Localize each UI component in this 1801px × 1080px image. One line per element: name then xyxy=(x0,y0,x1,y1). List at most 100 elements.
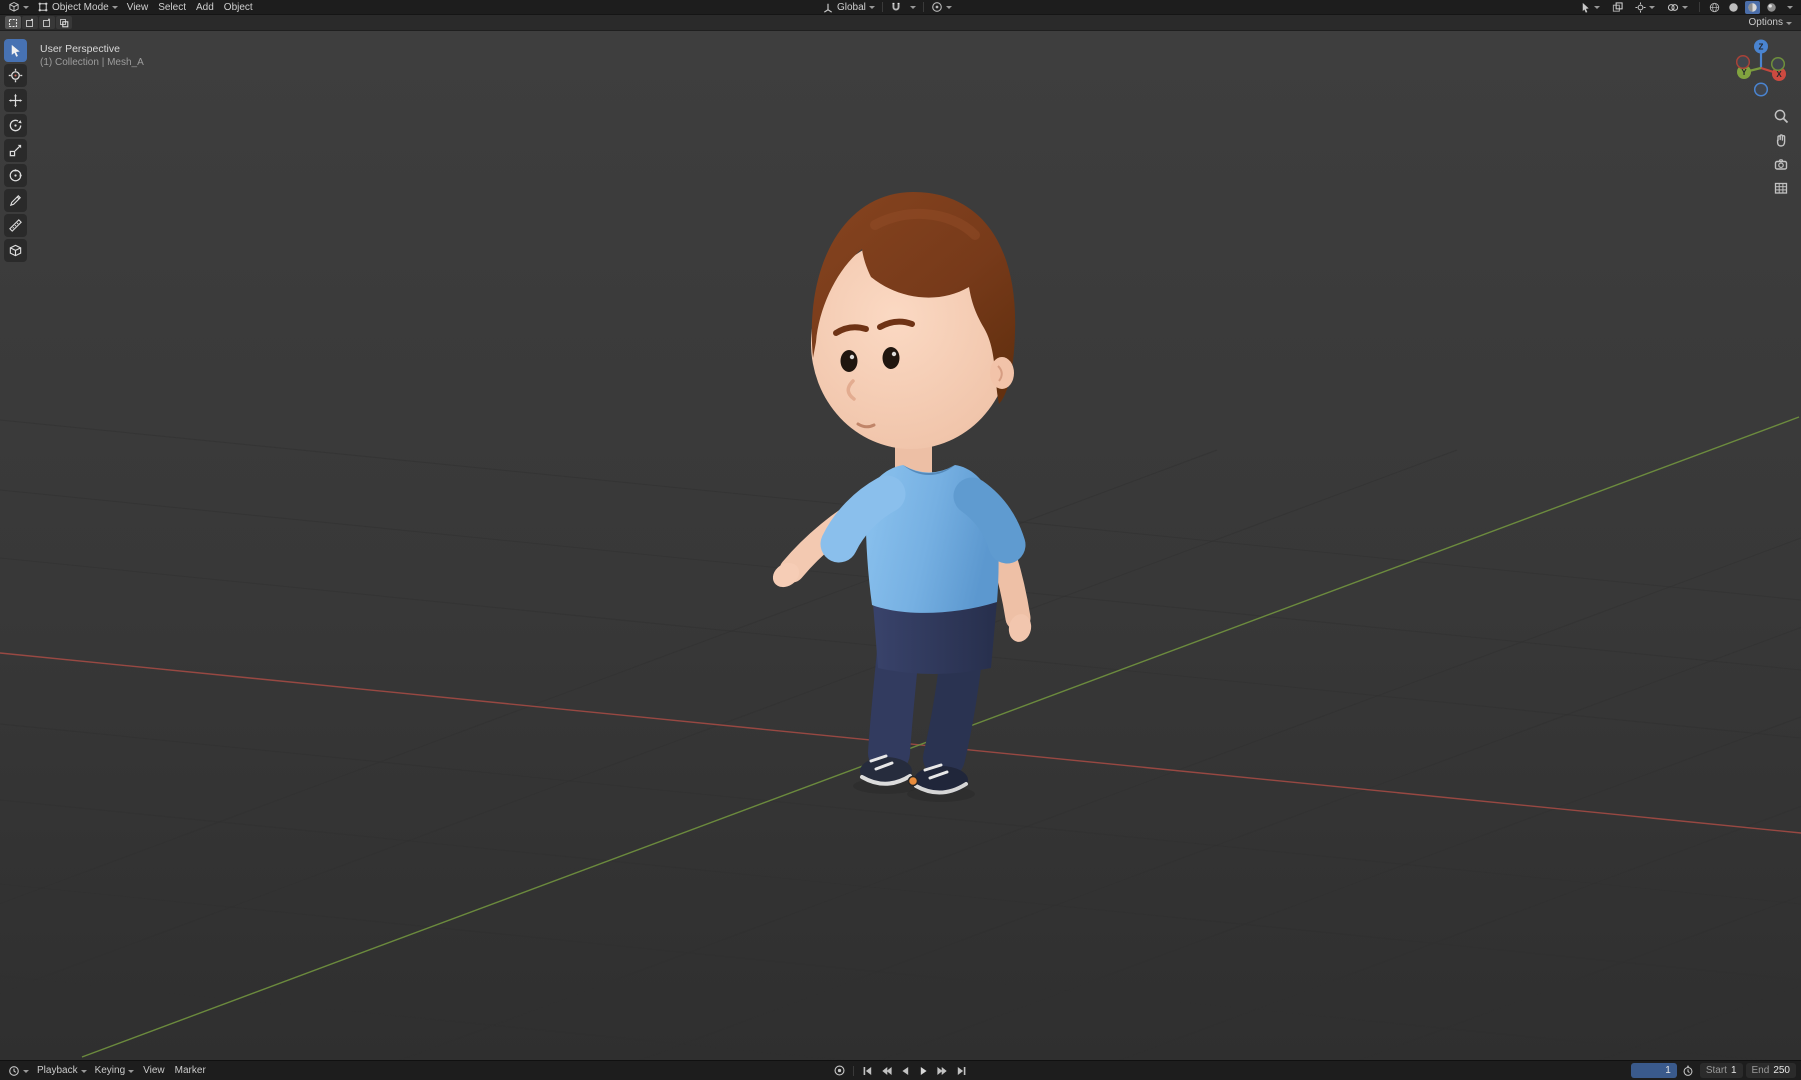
tool-annotate[interactable] xyxy=(4,189,27,212)
select-mode-subtract-button[interactable] xyxy=(39,16,55,29)
menu-select[interactable]: Select xyxy=(153,2,191,13)
proportional-editing-toggle[interactable] xyxy=(927,0,956,14)
play-icon xyxy=(920,1066,927,1075)
auto-keying-button[interactable] xyxy=(831,1063,848,1078)
tool-move[interactable] xyxy=(4,89,27,112)
chevron-down-icon xyxy=(1594,6,1600,9)
timeline-editor-type-button[interactable] xyxy=(4,1064,33,1078)
chevron-down-icon xyxy=(1682,6,1688,9)
start-frame-value: 1 xyxy=(1730,1065,1737,1076)
toggle-orthographic-button[interactable] xyxy=(1772,179,1790,197)
viewport-3d[interactable]: User Perspective (1) Collection | Mesh_A xyxy=(0,31,1801,1060)
play-reverse-icon xyxy=(902,1066,909,1075)
character-mesh[interactable] xyxy=(768,192,1033,802)
overlays-dropdown[interactable] xyxy=(1663,0,1692,14)
chevron-down-icon xyxy=(1786,21,1792,25)
end-frame-label: End xyxy=(1751,1065,1770,1076)
camera-view-button[interactable] xyxy=(1772,155,1790,173)
transform-icon xyxy=(9,168,23,182)
start-frame-field[interactable]: Start 1 xyxy=(1699,1063,1743,1078)
menu-view[interactable]: View xyxy=(122,2,154,13)
select-box-icon xyxy=(11,44,20,57)
editor-3d-viewport-icon xyxy=(9,1,19,12)
tool-cursor[interactable] xyxy=(4,64,27,87)
snap-settings-dropdown[interactable] xyxy=(906,0,920,14)
playback-controls xyxy=(831,1063,971,1078)
navigation-gizmo[interactable]: Z X Y xyxy=(1729,36,1793,100)
chevron-down-icon xyxy=(111,6,118,9)
jump-start-icon xyxy=(863,1066,872,1075)
header-center-cluster: Global xyxy=(818,0,956,14)
menu-object[interactable]: Object xyxy=(219,2,258,13)
gizmo-y-label: Y xyxy=(1741,68,1747,77)
tool-scale[interactable] xyxy=(4,139,27,162)
chevron-down-icon xyxy=(23,1069,29,1073)
end-frame-field[interactable]: End 250 xyxy=(1745,1063,1796,1078)
preview-range-toggle[interactable] xyxy=(1680,1063,1697,1078)
tool-transform[interactable] xyxy=(4,164,27,187)
chevron-down-icon xyxy=(23,6,29,9)
play-reverse-button[interactable] xyxy=(897,1063,914,1078)
jump-to-start-button[interactable] xyxy=(859,1063,876,1078)
play-button[interactable] xyxy=(916,1063,933,1078)
chevron-down-icon xyxy=(1787,6,1793,9)
gizmo-x-label: X xyxy=(1776,70,1782,79)
jump-to-end-button[interactable] xyxy=(954,1063,971,1078)
object-mode-icon xyxy=(38,2,48,12)
end-frame-value: 250 xyxy=(1773,1065,1790,1076)
snap-toggle[interactable] xyxy=(886,0,906,14)
header-right-cluster xyxy=(1576,0,1797,14)
previous-keyframe-button[interactable] xyxy=(878,1063,895,1078)
select-intersect-icon xyxy=(60,18,69,27)
overlays-icon xyxy=(1667,3,1679,11)
editor-type-button[interactable] xyxy=(4,0,33,14)
transform-orientation-dropdown[interactable]: Global xyxy=(818,0,879,14)
next-keyframe-button[interactable] xyxy=(935,1063,952,1078)
annotate-pen-icon xyxy=(9,195,21,207)
mode-dropdown[interactable]: Object Mode xyxy=(33,0,122,14)
select-mode-new-button[interactable] xyxy=(5,16,21,29)
gizmo-z-label: Z xyxy=(1759,43,1764,52)
tool-rotate[interactable] xyxy=(4,114,27,137)
rotate-icon xyxy=(9,119,22,132)
options-dropdown[interactable]: Options xyxy=(1745,16,1796,30)
shading-material-preview-button[interactable] xyxy=(1745,0,1760,14)
zoom-button[interactable] xyxy=(1772,107,1790,125)
current-frame-value: 1 xyxy=(1665,1065,1671,1076)
chevron-down-icon xyxy=(909,6,916,9)
gizmos-dropdown[interactable] xyxy=(1631,0,1659,14)
shading-wireframe-button[interactable] xyxy=(1707,1,1722,14)
chevron-down-icon xyxy=(128,1069,135,1073)
current-frame-field[interactable]: 1 xyxy=(1630,1063,1677,1078)
solid-sphere-icon xyxy=(1729,2,1738,12)
scale-icon xyxy=(9,144,22,157)
pan-button[interactable] xyxy=(1772,131,1790,149)
orientation-axes-icon xyxy=(823,3,833,13)
shading-settings-dropdown[interactable] xyxy=(1783,0,1797,14)
shading-rendered-button[interactable] xyxy=(1764,1,1779,14)
keying-menu[interactable]: Keying xyxy=(91,1064,139,1078)
playback-menu-label: Playback xyxy=(37,1065,78,1076)
timeline-menus: Playback Keying View Marker xyxy=(4,1061,211,1080)
magnet-icon xyxy=(892,2,900,11)
playback-menu[interactable]: Playback xyxy=(33,1064,91,1078)
gizmo-icon xyxy=(1635,1,1646,13)
tool-select-box[interactable] xyxy=(4,39,27,62)
rendered-sphere-icon xyxy=(1767,2,1776,12)
menu-add[interactable]: Add xyxy=(191,2,219,13)
shading-solid-button[interactable] xyxy=(1726,1,1741,14)
timeline-view-menu[interactable]: View xyxy=(138,1065,170,1076)
keying-menu-label: Keying xyxy=(94,1065,126,1076)
options-label: Options xyxy=(1748,17,1783,28)
scene-render xyxy=(0,192,1801,1060)
timeline-marker-menu[interactable]: Marker xyxy=(170,1065,211,1076)
tool-add-cube[interactable] xyxy=(4,239,27,262)
tool-measure[interactable] xyxy=(4,214,27,237)
object-visibility-dropdown[interactable] xyxy=(1576,0,1604,14)
select-mode-extend-button[interactable] xyxy=(22,16,38,29)
select-mode-intersect-button[interactable] xyxy=(56,16,72,29)
separator xyxy=(852,1065,854,1076)
camera-icon xyxy=(1774,159,1788,170)
chevron-down-icon xyxy=(80,1069,87,1073)
xray-toggle[interactable] xyxy=(1608,0,1627,14)
